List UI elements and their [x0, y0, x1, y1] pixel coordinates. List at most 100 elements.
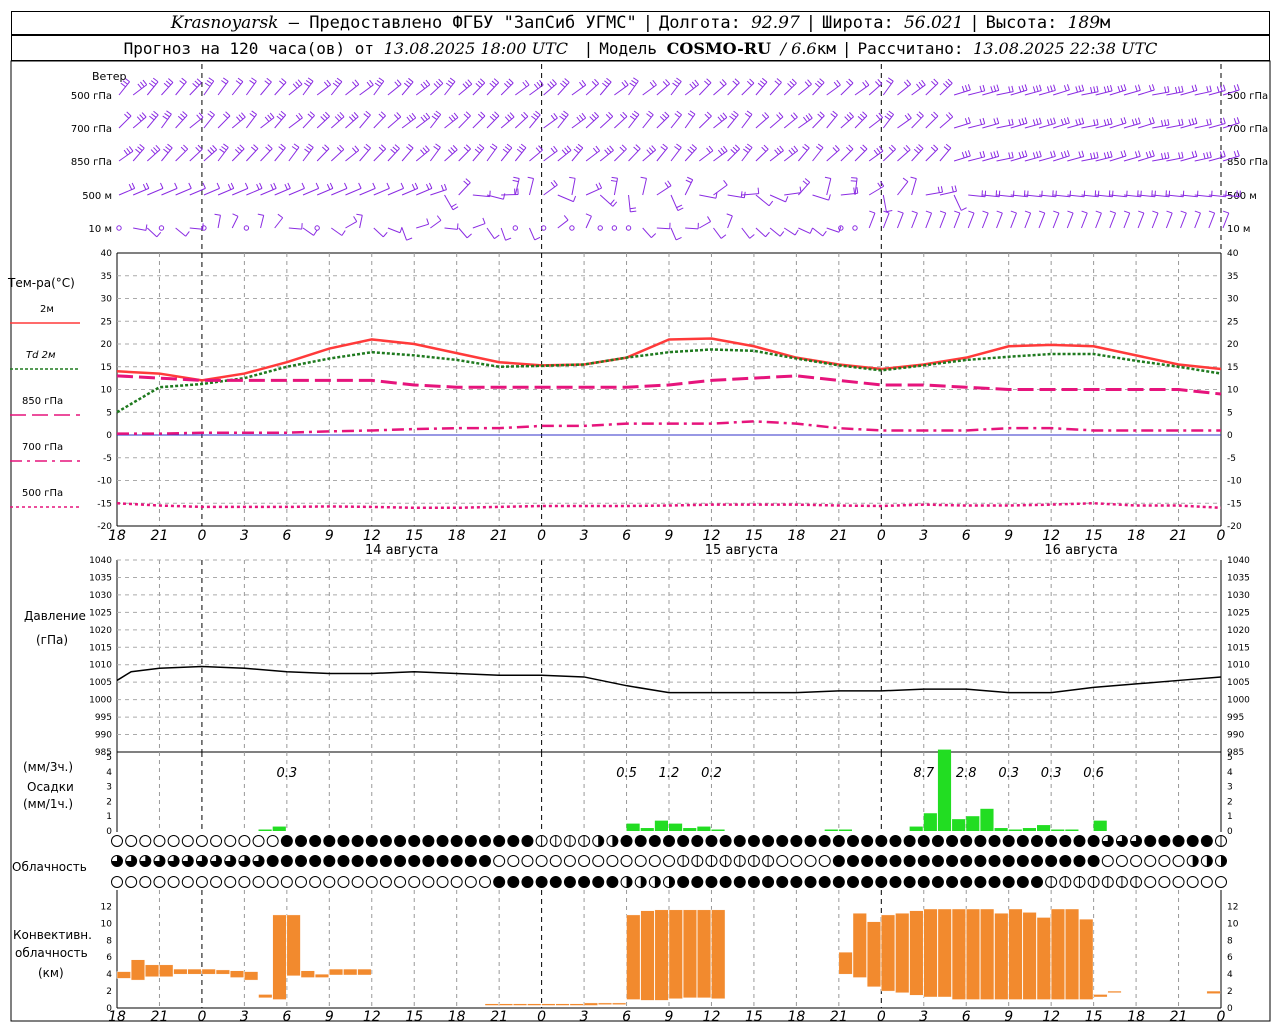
wind-barb-flag: [1181, 85, 1184, 92]
wind-barb-flag: [365, 143, 371, 149]
cloud-symbol: [493, 855, 506, 867]
wind-barb-flag: [662, 81, 668, 87]
wind-barb-flag: [1090, 86, 1093, 94]
time-tick-top: 15: [1085, 528, 1103, 544]
wind-barb: [458, 227, 468, 239]
cloud-symbol: [1115, 835, 1128, 847]
precip-bar: [909, 826, 923, 831]
wind-barb-flag: [622, 111, 628, 117]
meteogram: 500 гПа 500 гПа700 гПа 700 гПа850 гПа 850 г…: [7, 60, 1271, 1024]
cloud-half: [1192, 855, 1199, 867]
wind-barb-flag: [907, 113, 912, 119]
wind-barb-flag: [982, 84, 986, 91]
wind-barb-flag: [676, 77, 682, 82]
pres-tick-left: 1040: [89, 556, 112, 566]
cloud-symbol: [210, 855, 223, 867]
wind-level-left: 500 м: [82, 191, 112, 202]
cloud-symbol: [181, 876, 194, 888]
wind-barb-flag: [297, 79, 303, 85]
wind-barb: [727, 215, 733, 229]
cloud-circle: [125, 835, 138, 847]
wind-barb-flag: [704, 80, 710, 86]
wind-barb-flag: [967, 150, 971, 157]
conv-bar: [881, 914, 896, 992]
wind-barb-flag: [474, 148, 481, 154]
wind-barb: [373, 227, 384, 238]
wind-barb-flag: [1148, 85, 1152, 92]
precip-bar: [669, 823, 683, 831]
wind-barb-flag: [478, 143, 485, 149]
wind-barb-flag: [1208, 210, 1215, 214]
wind-barb-flag: [954, 185, 957, 192]
time-tick-top: 18: [108, 528, 126, 544]
wind-barb-flag: [860, 146, 866, 152]
wind-barb: [543, 150, 558, 162]
wind-barb: [585, 116, 599, 129]
wind-barb-flag: [592, 147, 598, 154]
cloud-full: [932, 876, 944, 888]
cloud-full: [677, 876, 689, 888]
cloud-full: [337, 835, 349, 847]
conv-tick-right: 2: [1227, 987, 1233, 997]
conv-bar: [329, 968, 344, 976]
wind-barb: [274, 82, 287, 96]
wind-barb-flag: [1174, 86, 1178, 94]
wind-barb-flag: [814, 82, 821, 88]
wind-barb: [217, 115, 231, 129]
wind-barb: [316, 116, 330, 129]
wind-barb-flag: [489, 115, 495, 121]
cloud-symbol: [1186, 835, 1199, 847]
wind-barb-flag: [392, 146, 398, 152]
wind-barb-flag: [378, 146, 384, 152]
cloud-symbol: [776, 835, 789, 847]
cloud-circle: [1186, 876, 1199, 888]
wind-barb-flag: [156, 232, 162, 238]
wind-barb-flag: [209, 110, 215, 116]
wind-barb-flag: [620, 114, 625, 120]
cloud-symbol: [1073, 876, 1086, 888]
conv-bar: [1079, 918, 1094, 1000]
wind-barb-flag: [904, 114, 910, 121]
precip-total: 0.3: [1041, 766, 1062, 781]
wind-barb-flag: [1024, 150, 1028, 157]
wind-barb: [373, 115, 386, 129]
wind-level-right: 700 гПа: [1227, 124, 1268, 135]
wind-barb-flag: [1081, 210, 1088, 214]
wind-barb-flag: [183, 144, 189, 150]
conv-bar: [187, 968, 202, 975]
wind-barb-flag: [589, 116, 595, 122]
cloud-full: [521, 876, 533, 888]
cloud-symbol: [521, 855, 534, 867]
temp-tick-left: 40: [101, 249, 113, 259]
temp-tick-right: -20: [1227, 522, 1242, 532]
wind-barb: [826, 178, 832, 196]
cloud-full: [451, 855, 463, 867]
time-tick-top: 0: [197, 528, 206, 544]
wind-barb-flag: [1164, 119, 1167, 126]
cloud-full: [946, 835, 958, 847]
wind-barb-flag: [174, 182, 178, 189]
wind-barb: [373, 187, 390, 196]
wind-barb-flag: [234, 149, 241, 154]
wind-barb-flag: [990, 152, 994, 159]
cloud-circle: [153, 876, 166, 888]
cloud-symbol: [422, 876, 435, 888]
wind-barb-flag: [1120, 151, 1124, 158]
cloud-full: [408, 855, 420, 867]
wind-barb-flag: [141, 112, 147, 118]
cloud-circle: [238, 835, 251, 847]
cloud-full: [946, 855, 958, 867]
wind-barb: [897, 181, 909, 196]
wind-barb-flag: [250, 146, 257, 152]
wind-barb-flag: [165, 146, 171, 151]
wind-barb-flag: [479, 78, 486, 84]
cloud-symbol: [1016, 876, 1029, 888]
wind-barb: [557, 194, 574, 203]
cloud-symbol: [238, 835, 251, 847]
wind-barb: [458, 148, 471, 162]
cloud-full: [748, 876, 760, 888]
conv-bar: [909, 910, 924, 996]
prec-tick-left: 2: [106, 797, 112, 807]
wind-barb-flag: [165, 80, 172, 86]
conv-tick-right: 4: [1227, 970, 1233, 980]
